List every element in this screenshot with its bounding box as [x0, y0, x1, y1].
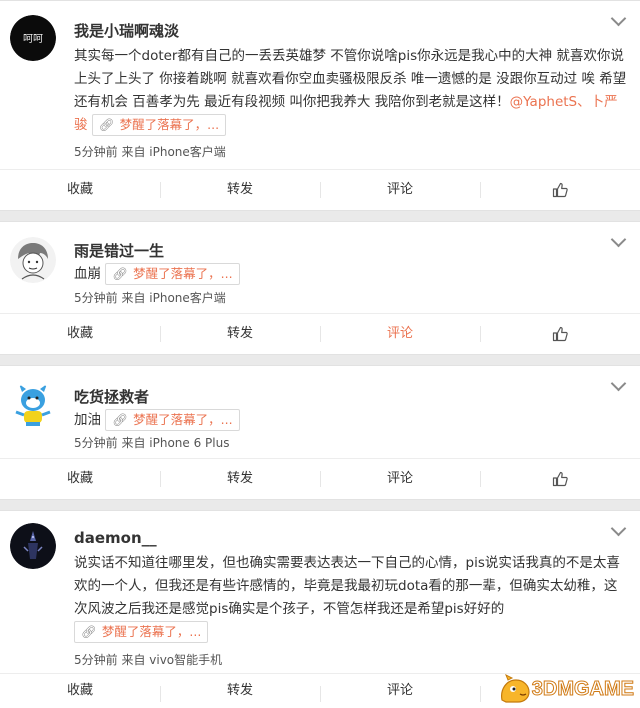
action-bar: 收藏 转发 评论 [0, 169, 640, 210]
comment-button[interactable]: 评论 [320, 459, 480, 499]
paperclip-icon: 🔗︎ [81, 624, 97, 639]
paperclip-icon: 🔗︎ [112, 266, 129, 281]
chevron-down-icon[interactable] [610, 231, 627, 248]
thumbs-up-icon [552, 326, 568, 341]
attached-link[interactable]: 🔗︎ 梦醒了落幕了，... [105, 409, 240, 431]
repost-button[interactable]: 转发 [160, 459, 320, 499]
attached-link-label: 梦醒了落幕了，... [133, 266, 233, 281]
attached-link[interactable]: 🔗︎ 梦醒了落幕了，... [91, 114, 227, 136]
username[interactable]: 吃货拯救者 [74, 386, 149, 407]
username[interactable]: 我是小瑞啊魂淡 [74, 20, 179, 41]
action-bar: 收藏 转发 评论 [0, 313, 640, 354]
favorite-button[interactable]: 收藏 [0, 170, 160, 210]
chevron-down-icon[interactable] [610, 10, 627, 27]
repost-button[interactable]: 转发 [160, 314, 320, 354]
like-button[interactable] [480, 314, 640, 354]
chevron-down-icon[interactable] [610, 375, 627, 392]
repost-button[interactable]: 转发 [160, 674, 320, 708]
comment-button[interactable]: 评论 [320, 170, 480, 210]
thumbs-up-icon [552, 471, 568, 486]
paperclip-icon: 🔗︎ [98, 117, 115, 132]
favorite-button[interactable]: 收藏 [0, 314, 160, 354]
watermark-text: 3DMGAME [531, 677, 634, 700]
watermark: 3DMGAME [498, 674, 635, 704]
username[interactable]: daemon__ [74, 529, 157, 547]
watermark-mascot-icon [500, 674, 530, 703]
attached-link-label: 梦醒了落幕了，... [101, 624, 202, 639]
comment-button[interactable]: 评论 [320, 674, 480, 708]
avatar[interactable]: 呵呵 [10, 15, 56, 61]
action-bar: 收藏 转发 评论 [0, 458, 640, 499]
avatar[interactable] [10, 382, 56, 428]
post-meta: 5分钟前 来自 iPhone客户端 [74, 145, 226, 159]
post-meta: 5分钟前 来自 vivo智能手机 [74, 653, 223, 667]
attached-link-label: 梦醒了落幕了，... [119, 117, 220, 132]
attached-link[interactable]: 🔗︎ 梦醒了落幕了，... [74, 621, 209, 643]
comment-text: 加油 🔗︎ 梦醒了落幕了，... [74, 409, 628, 432]
chevron-down-icon[interactable] [610, 520, 627, 537]
comment-card: 呵呵 我是小瑞啊魂淡 其实每一个doter都有自己的一丢丢英雄梦 不管你说啥pi… [0, 0, 640, 211]
comment-text: 血崩 🔗︎ 梦醒了落幕了，... [74, 263, 628, 286]
post-meta: 5分钟前 来自 iPhone 6 Plus [74, 436, 230, 450]
username[interactable]: 雨是错过一生 [74, 240, 164, 261]
comment-card: 吃货拯救者 加油 🔗︎ 梦醒了落幕了，... 5分钟前 来自 iPhone 6 P… [0, 365, 640, 500]
avatar-text: 呵呵 [23, 34, 43, 45]
attached-link[interactable]: 🔗︎ 梦醒了落幕了，... [105, 263, 240, 285]
avatar[interactable] [10, 237, 56, 283]
comment-body: 血崩 [74, 266, 101, 282]
thumbs-up-icon [552, 182, 568, 197]
like-button[interactable] [480, 459, 640, 499]
comment-card: daemon__ 说实话不知道往哪里发，但也确实需要表达表达一下自己的心情，pi… [0, 510, 640, 708]
avatar[interactable] [10, 523, 56, 569]
comment-text: 说实话不知道往哪里发，但也确实需要表达表达一下自己的心情，pis说实话我真的不是… [74, 552, 628, 644]
comment-card: 雨是错过一生 血崩 🔗︎ 梦醒了落幕了，... 5分钟前 来自 iPhone客户端… [0, 221, 640, 355]
comment-button[interactable]: 评论 [320, 314, 480, 354]
like-button[interactable] [480, 170, 640, 210]
favorite-button[interactable]: 收藏 [0, 674, 160, 708]
attached-link-label: 梦醒了落幕了，... [133, 412, 233, 427]
comment-body: 说实话不知道往哪里发，但也确实需要表达表达一下自己的心情，pis说实话我真的不是… [74, 555, 620, 617]
paperclip-icon: 🔗︎ [112, 412, 129, 427]
comment-text: 其实每一个doter都有自己的一丢丢英雄梦 不管你说啥pis你永远是我心中的大神… [74, 45, 628, 137]
favorite-button[interactable]: 收藏 [0, 459, 160, 499]
repost-button[interactable]: 转发 [160, 170, 320, 210]
post-meta: 5分钟前 来自 iPhone客户端 [74, 291, 226, 305]
comment-body: 加油 [74, 412, 101, 428]
